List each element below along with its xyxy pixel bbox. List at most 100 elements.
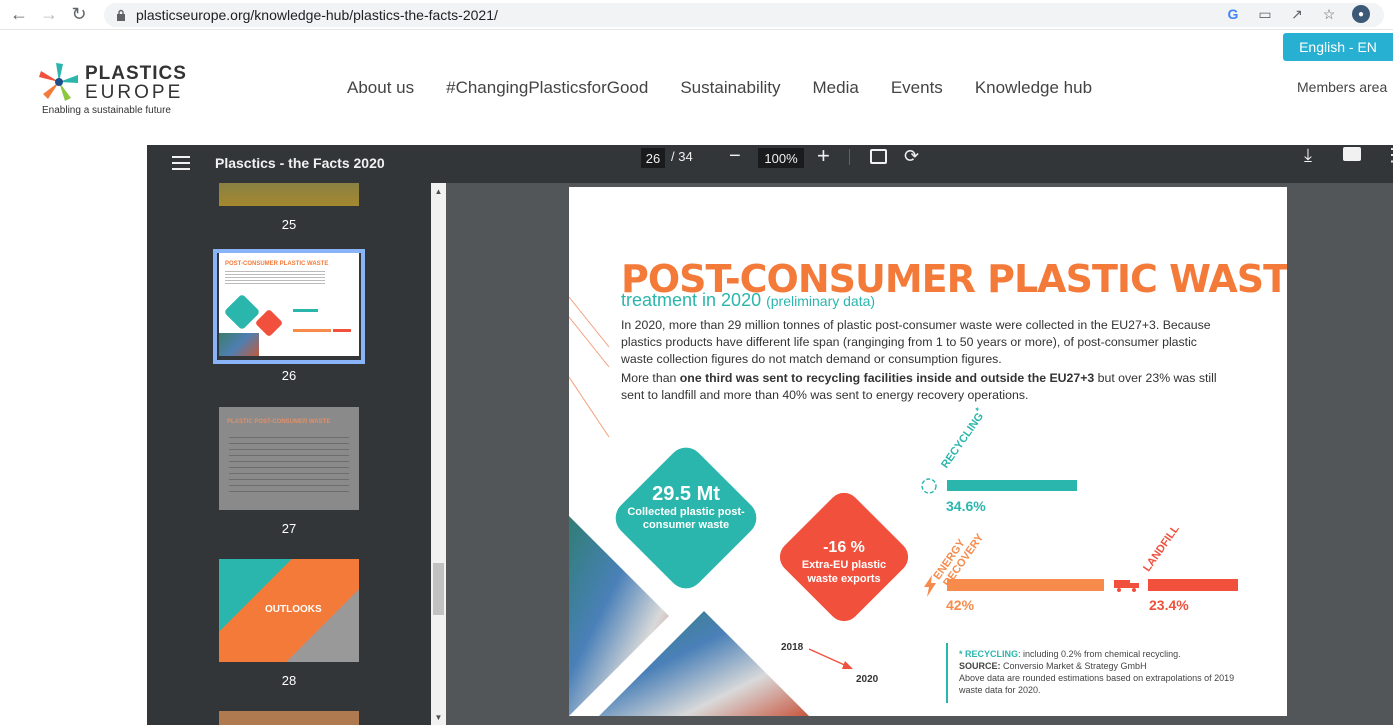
logo-tagline: Enabling a sustainable future bbox=[42, 105, 171, 116]
thumbnail-label: 25 bbox=[281, 217, 297, 232]
plastics-europe-logo[interactable]: PLASTICS EUROPE Enabling a sustainable f… bbox=[38, 61, 188, 117]
thumbnail-text: POST-CONSUMER PLASTIC WASTE bbox=[225, 261, 329, 267]
thumbnail-diamond bbox=[254, 308, 284, 338]
menu-icon[interactable] bbox=[172, 156, 190, 170]
zoom-out-icon[interactable]: − bbox=[729, 145, 741, 168]
year-2020: 2020 bbox=[856, 674, 879, 685]
lightning-icon bbox=[924, 575, 936, 597]
pdf-title: Plasctics - the Facts 2020 bbox=[215, 155, 385, 171]
total-pages: / 34 bbox=[671, 149, 693, 164]
landfill-label: LANDFILL bbox=[1141, 523, 1182, 574]
document-viewport[interactable]: POST-CONSUMER PLASTIC WASTE treatment in… bbox=[446, 183, 1393, 725]
thumbnail-label: 27 bbox=[281, 521, 297, 536]
forward-arrow-icon[interactable]: → bbox=[38, 4, 60, 26]
thumbnail-bar bbox=[293, 329, 331, 332]
recycling-label: RECYCLING* bbox=[939, 405, 987, 471]
reload-icon[interactable]: ↻ bbox=[68, 4, 90, 26]
nav-knowledge-hub[interactable]: Knowledge hub bbox=[975, 78, 1092, 98]
intro-paragraph: In 2020, more than 29 million tonnes of … bbox=[621, 318, 1211, 366]
logo-text-europe: EUROPE bbox=[85, 82, 184, 103]
bookmark-star-icon[interactable]: ☆ bbox=[1320, 5, 1338, 23]
scrollbar-thumb[interactable] bbox=[433, 563, 444, 615]
exports-diamond bbox=[779, 492, 909, 622]
scroll-down-icon[interactable]: ▼ bbox=[434, 713, 443, 722]
footnote-divider bbox=[946, 643, 948, 703]
rotate-icon[interactable]: ⟳ bbox=[904, 146, 919, 167]
subtitle-text: treatment in 2020 bbox=[621, 290, 762, 310]
fit-page-icon[interactable] bbox=[870, 149, 887, 164]
scroll-up-icon[interactable]: ▲ bbox=[434, 187, 443, 196]
thumbnail-diamond bbox=[223, 293, 261, 331]
thumbnail-page-26[interactable]: POST-CONSUMER PLASTIC WASTE 26 bbox=[219, 253, 359, 383]
zoom-in-icon[interactable]: + bbox=[817, 143, 830, 169]
thumbnail-sidebar: 25 POST-CONSUMER PLASTIC WASTE 26 PLASTI… bbox=[147, 183, 431, 725]
thumbnail-image: PLASTIC POST-CONSUMER WASTE bbox=[219, 407, 359, 510]
browser-toolbar: ← → ↻ plasticseurope.org/knowledge-hub/p… bbox=[0, 0, 1393, 30]
landfill-bar bbox=[1148, 579, 1238, 591]
download-icon[interactable]: ⤓ bbox=[1304, 145, 1312, 166]
truck-icon bbox=[1114, 580, 1139, 592]
thumbnail-image bbox=[219, 711, 359, 725]
pdf-toolbar: Plasctics - the Facts 2020 26 / 34 − 100… bbox=[147, 143, 1393, 183]
thumbnail-photo bbox=[219, 333, 259, 356]
nav-media[interactable]: Media bbox=[813, 78, 859, 98]
nav-about-us[interactable]: About us bbox=[347, 78, 414, 98]
page-number: 26 bbox=[617, 676, 629, 687]
print-icon[interactable] bbox=[1343, 147, 1361, 161]
thumbnail-label: 28 bbox=[281, 673, 297, 688]
language-selector[interactable]: English - EN bbox=[1283, 33, 1393, 61]
thumbnail-text: OUTLOOKS bbox=[265, 604, 322, 615]
footnote: * RECYCLING: including 0.2% from chemica… bbox=[959, 648, 1239, 696]
landfill-value: 23.4% bbox=[1149, 597, 1189, 613]
recycle-icon bbox=[921, 478, 937, 494]
thumbnail-image bbox=[219, 183, 359, 206]
thumbnail-lines bbox=[229, 437, 349, 497]
google-icon[interactable]: G bbox=[1224, 5, 1242, 23]
footnote-text: : including 0.2% from chemical recycling… bbox=[1018, 649, 1181, 659]
thumbnail-page-25[interactable]: 25 bbox=[219, 183, 359, 232]
back-arrow-icon[interactable]: ← bbox=[8, 4, 30, 26]
share-icon[interactable]: ↗ bbox=[1288, 5, 1306, 23]
collected-value: 29.5 Mt bbox=[652, 483, 720, 505]
summary-paragraph: More than one third was sent to recyclin… bbox=[621, 370, 1221, 404]
address-bar[interactable]: plasticseurope.org/knowledge-hub/plastic… bbox=[104, 3, 1384, 27]
thumbnail-lines bbox=[225, 271, 325, 285]
exports-label: Extra-EU plastic waste exports bbox=[801, 559, 887, 585]
site-header: PLASTICS EUROPE Enabling a sustainable f… bbox=[0, 31, 1393, 145]
pdf-page: POST-CONSUMER PLASTIC WASTE treatment in… bbox=[569, 187, 1287, 716]
lock-icon bbox=[117, 9, 125, 21]
summary-text: More than bbox=[621, 371, 680, 385]
thumbnail-image: POST-CONSUMER PLASTIC WASTE bbox=[219, 253, 359, 356]
main-navigation: About us #ChangingPlasticsforGood Sustai… bbox=[347, 78, 1092, 98]
recycling-value: 34.6% bbox=[946, 498, 986, 514]
star-logo-icon bbox=[39, 63, 78, 101]
footnote-star: * RECYCLING bbox=[959, 649, 1019, 659]
page-number-input[interactable]: 26 bbox=[641, 148, 665, 168]
summary-bold: one third was sent to recycling faciliti… bbox=[679, 371, 1095, 385]
year-2018: 2018 bbox=[781, 642, 804, 653]
more-options-icon[interactable]: ⋮ bbox=[1383, 145, 1393, 166]
thumbnail-label: 26 bbox=[281, 368, 297, 383]
members-area-link[interactable]: Members area bbox=[1297, 79, 1387, 95]
trend-arrow-icon bbox=[809, 648, 853, 669]
profile-icon[interactable]: ● bbox=[1352, 5, 1370, 23]
thumbnail-page-28[interactable]: OUTLOOKS 28 bbox=[219, 559, 359, 688]
thumbnail-bar bbox=[333, 329, 351, 332]
thumbnail-page-27[interactable]: PLASTIC POST-CONSUMER WASTE 27 bbox=[219, 407, 359, 536]
url-text: plasticseurope.org/knowledge-hub/plastic… bbox=[136, 7, 498, 23]
toolbar-divider bbox=[849, 149, 850, 165]
nav-changing-plastics[interactable]: #ChangingPlasticsforGood bbox=[446, 78, 648, 98]
thumbnail-page-29[interactable] bbox=[219, 711, 359, 725]
footnote-note: Above data are rounded estimations based… bbox=[959, 673, 1235, 695]
energy-recovery-bar bbox=[947, 579, 1104, 591]
sidebar-scrollbar[interactable]: ▲ ▼ bbox=[431, 183, 446, 725]
translate-icon[interactable]: ▭ bbox=[1256, 5, 1274, 23]
zoom-input[interactable]: 100% bbox=[758, 148, 804, 168]
footnote-source: Conversio Market & Strategy GmbH bbox=[1000, 661, 1147, 671]
nav-sustainability[interactable]: Sustainability bbox=[680, 78, 780, 98]
nav-events[interactable]: Events bbox=[891, 78, 943, 98]
thumbnail-text: PLASTIC POST-CONSUMER WASTE bbox=[227, 419, 331, 425]
page-subheading: treatment in 2020 (preliminary data) bbox=[621, 290, 875, 311]
subtitle-note: (preliminary data) bbox=[766, 293, 876, 309]
energy-recovery-value: 42% bbox=[946, 597, 975, 613]
